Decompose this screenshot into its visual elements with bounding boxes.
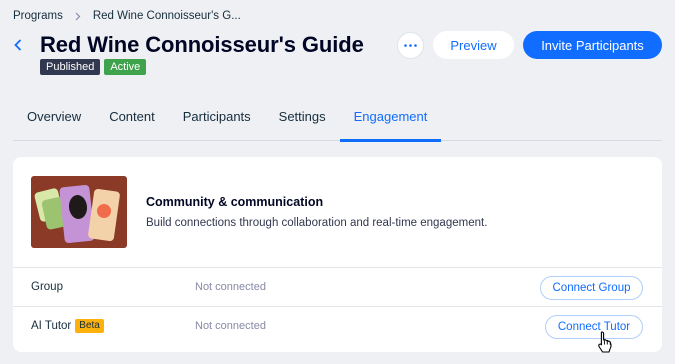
hand-pointer-cursor-icon xyxy=(598,331,612,353)
breadcrumb: Programs Red Wine Connoisseur's G... xyxy=(13,9,241,23)
preview-button[interactable]: Preview xyxy=(433,31,514,59)
row-label-text: AI Tutor xyxy=(31,320,72,332)
tab-engagement[interactable]: Engagement xyxy=(339,102,442,142)
breadcrumb-programs-link[interactable]: Programs xyxy=(13,10,63,22)
beta-badge: Beta xyxy=(75,319,104,333)
community-illustration xyxy=(31,176,127,248)
connect-tutor-button[interactable]: Connect Tutor xyxy=(545,315,643,339)
tab-participants[interactable]: Participants xyxy=(169,102,265,141)
tab-settings[interactable]: Settings xyxy=(265,102,340,141)
group-status: Not connected xyxy=(195,281,266,293)
tab-content[interactable]: Content xyxy=(95,102,169,141)
back-button[interactable] xyxy=(11,37,25,53)
status-badges: Published Active xyxy=(40,59,147,75)
more-actions-button[interactable] xyxy=(397,32,424,59)
invite-participants-button[interactable]: Invite Participants xyxy=(523,31,662,59)
ai-tutor-label: AI Tutor Beta xyxy=(31,307,104,345)
connect-group-button[interactable]: Connect Group xyxy=(540,276,643,300)
engagement-title: Community & communication xyxy=(146,195,324,209)
engagement-description: Build connections through collaboration … xyxy=(146,217,488,229)
engagement-card: Community & communication Build connecti… xyxy=(13,157,662,352)
chevron-left-icon xyxy=(14,39,22,51)
breadcrumb-current: Red Wine Connoisseur's G... xyxy=(92,10,241,22)
row-label-text: Group xyxy=(31,281,63,293)
tab-overview[interactable]: Overview xyxy=(13,102,95,141)
ai-tutor-status: Not connected xyxy=(195,320,266,332)
active-badge: Active xyxy=(104,59,147,75)
program-tabs: Overview Content Participants Settings E… xyxy=(13,102,662,142)
chevron-right-icon xyxy=(63,12,93,21)
published-badge: Published xyxy=(40,59,101,75)
page-title: Red Wine Connoisseur's Guide xyxy=(40,32,364,57)
more-dots-icon xyxy=(404,44,417,47)
ai-tutor-row: AI Tutor Beta Not connected Connect Tuto… xyxy=(13,306,662,345)
group-label: Group xyxy=(31,268,63,306)
group-row: Group Not connected Connect Group xyxy=(13,267,662,306)
